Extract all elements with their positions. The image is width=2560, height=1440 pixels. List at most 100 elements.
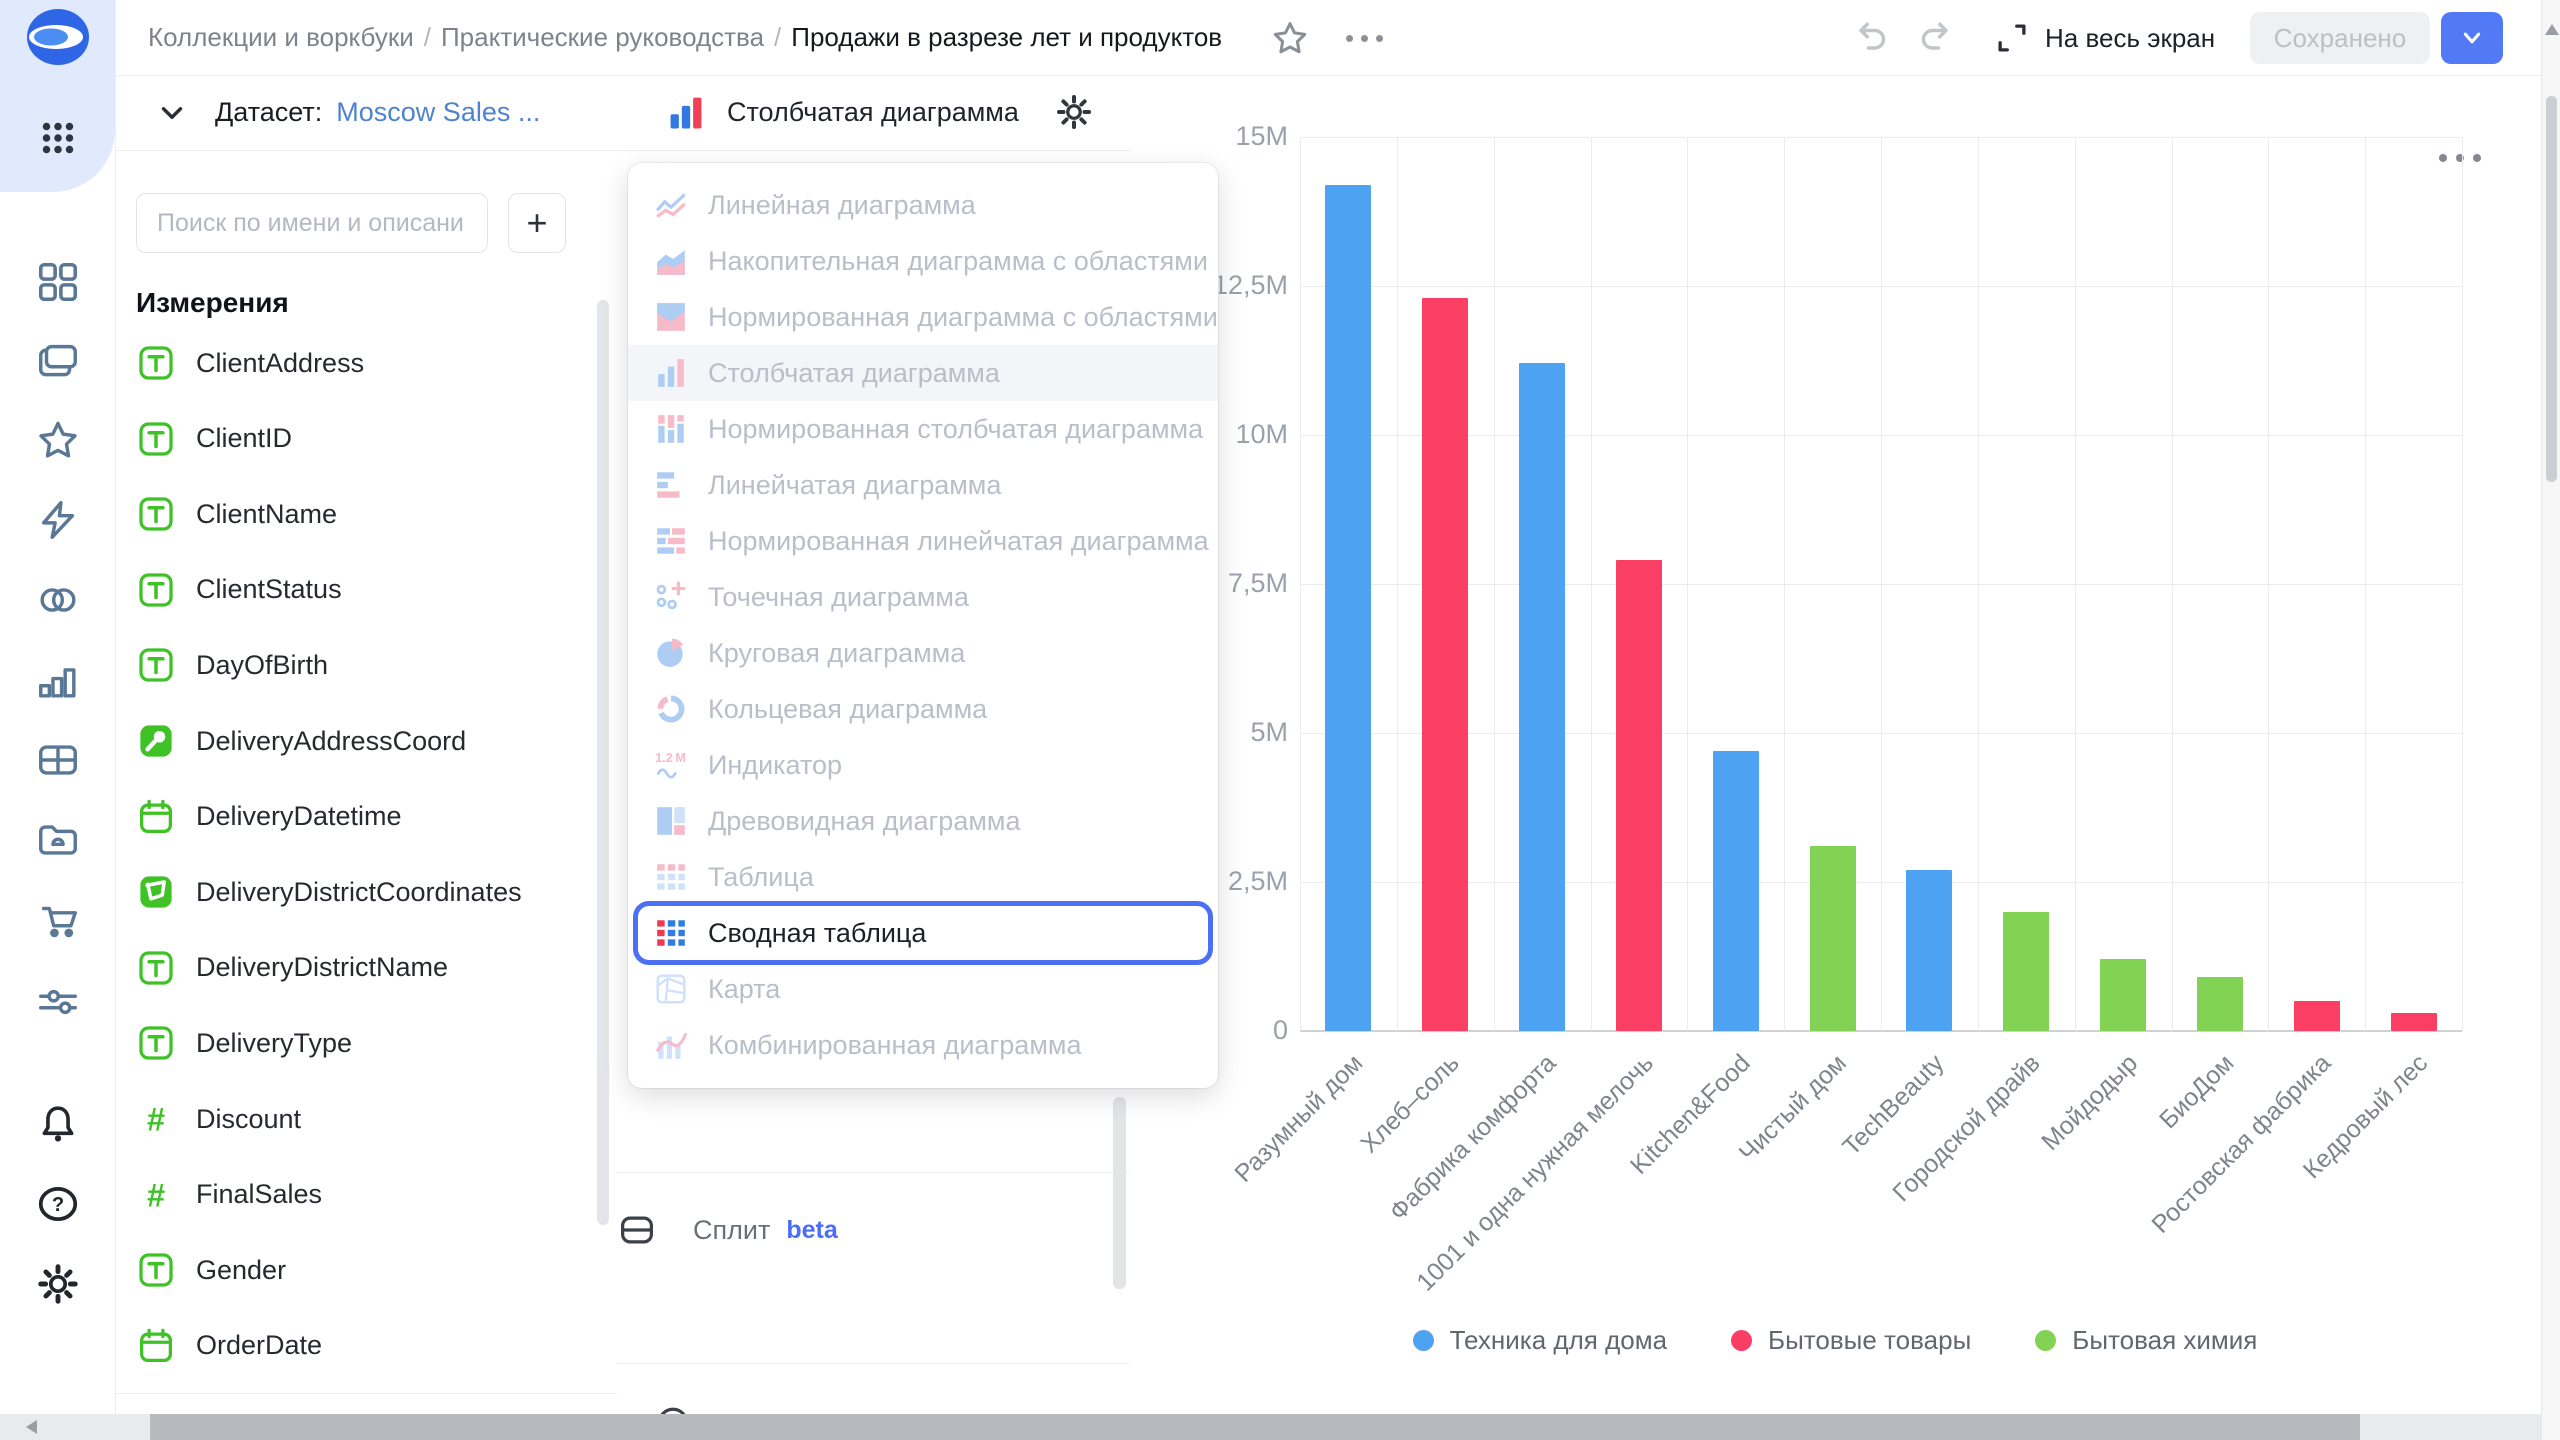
field-label: OrderDate	[196, 1330, 322, 1361]
field-item-ClientAddress[interactable]: ClientAddress	[115, 325, 595, 401]
area-stacked-icon	[654, 244, 688, 278]
v-gridline	[2172, 137, 2173, 1031]
bar-Чистый дом[interactable]	[1810, 846, 1856, 1031]
menu-item-indicator[interactable]: 1.2MИндикатор	[628, 737, 1218, 793]
notifications-icon[interactable]	[0, 1096, 115, 1152]
field-item-DeliveryDistrictName[interactable]: DeliveryDistrictName	[115, 930, 595, 1006]
scroll-left-arrow-icon[interactable]	[26, 1420, 37, 1434]
menu-item-table[interactable]: Таблица	[628, 849, 1218, 905]
field-label: ClientID	[196, 423, 292, 454]
field-label: DeliveryDistrictCoordinates	[196, 877, 522, 908]
text-type-icon	[136, 1023, 176, 1063]
quick-actions-icon[interactable]	[0, 492, 115, 548]
breadcrumb-collections[interactable]: Коллекции и воркбуки	[148, 22, 414, 53]
gear-icon[interactable]	[1054, 92, 1094, 132]
menu-item-pie-chart[interactable]: Круговая диаграмма	[628, 625, 1218, 681]
marketplace-icon[interactable]	[0, 892, 115, 948]
bar-Хлеб–соль[interactable]	[1422, 298, 1468, 1031]
redo-icon[interactable]	[1915, 18, 1957, 58]
legend-item-Бытовые товары[interactable]: Бытовые товары	[1731, 1325, 1971, 1356]
fullscreen-button[interactable]: На весь экран	[1993, 16, 2215, 60]
bar-Ростовская фабрика[interactable]	[2294, 1001, 2340, 1031]
field-item-OrderDate[interactable]: OrderDate	[115, 1308, 595, 1384]
chart-more-icon[interactable]	[2432, 143, 2488, 173]
menu-item-map[interactable]: Карта	[628, 961, 1218, 1017]
breadcrumb-guides[interactable]: Практические руководства	[441, 22, 764, 53]
vertical-scrollbar[interactable]	[2541, 0, 2560, 1440]
menu-item-column-normalized[interactable]: Нормированная столбчатая диаграмма	[628, 401, 1218, 457]
menu-item-area-stacked[interactable]: Накопительная диаграмма с областями	[628, 233, 1218, 289]
bar-Фабрика комфорта[interactable]	[1519, 363, 1565, 1031]
fields-scrollbar[interactable]	[597, 300, 609, 1225]
undo-icon[interactable]	[1850, 18, 1892, 58]
linked-data-icon[interactable]	[0, 572, 115, 628]
field-item-DeliveryAddressCoord[interactable]: DeliveryAddressCoord	[115, 703, 595, 779]
scroll-up-arrow-icon[interactable]	[2545, 24, 2559, 35]
save-menu-button[interactable]	[2441, 12, 2503, 64]
menu-item-column-chart[interactable]: Столбчатая диаграмма	[628, 345, 1218, 401]
menu-item-combo-chart[interactable]: Комбинированная диаграмма	[628, 1017, 1218, 1073]
field-item-ClientStatus[interactable]: ClientStatus	[115, 552, 595, 628]
charts-icon[interactable]	[0, 652, 115, 708]
menu-item-bar-normalized[interactable]: Нормированная линейчатая диаграмма	[628, 513, 1218, 569]
saved-button[interactable]: Сохранено	[2250, 12, 2430, 64]
field-item-DeliveryDistrictCoordinates[interactable]: DeliveryDistrictCoordinates	[115, 854, 595, 930]
help-icon[interactable]: ?	[0, 1176, 115, 1232]
menu-item-scatter-chart[interactable]: Точечная диаграмма	[628, 569, 1218, 625]
horizontal-scroll-thumb[interactable]	[150, 1414, 2360, 1440]
field-item-ClientID[interactable]: ClientID	[115, 401, 595, 477]
field-item-Gender[interactable]: Gender	[115, 1232, 595, 1308]
menu-item-bar-chart[interactable]: Линейчатая диаграмма	[628, 457, 1218, 513]
field-item-FinalSales[interactable]: #FinalSales	[115, 1157, 595, 1233]
svg-text:#: #	[147, 1177, 165, 1213]
bar-Городской драйв[interactable]	[2003, 912, 2049, 1031]
legend-item-Бытовая химия[interactable]: Бытовая химия	[2035, 1325, 2257, 1356]
menu-item-pivot-table[interactable]: Сводная таблица	[628, 905, 1218, 961]
field-item-Discount[interactable]: #Discount	[115, 1081, 595, 1157]
apps-grid-icon[interactable]	[0, 110, 115, 166]
svg-text:#: #	[147, 1101, 165, 1137]
dimensions-section-title: Измерения	[136, 287, 289, 319]
collections-icon[interactable]	[0, 333, 115, 389]
field-item-DeliveryType[interactable]: DeliveryType	[115, 1005, 595, 1081]
datalens-logo[interactable]	[0, 9, 115, 65]
field-item-ClientName[interactable]: ClientName	[115, 476, 595, 552]
add-field-button[interactable]: +	[508, 193, 566, 253]
datasets-icon[interactable]	[0, 732, 115, 788]
menu-item-treemap[interactable]: Древовидная диаграмма	[628, 793, 1218, 849]
dataset-name-link[interactable]: Moscow Sales ...	[336, 97, 540, 128]
viz-divider	[617, 1363, 1129, 1364]
split-label: Сплит	[693, 1215, 770, 1246]
favorites-icon[interactable]	[0, 412, 115, 468]
x-tick-label: Мойдодыр	[2036, 1049, 2144, 1157]
field-label: ClientAddress	[196, 348, 364, 379]
field-search-input[interactable]	[136, 193, 488, 253]
storage-icon[interactable]	[0, 812, 115, 868]
bar-Мойдодыр[interactable]	[2100, 959, 2146, 1031]
services-icon[interactable]	[0, 974, 115, 1030]
menu-item-label: Таблица	[708, 862, 814, 893]
bar-БиоДом[interactable]	[2197, 977, 2243, 1031]
viz-scrollbar[interactable]	[1113, 1097, 1126, 1289]
split-section[interactable]: Сплит beta	[617, 1185, 1129, 1275]
settings-icon[interactable]	[0, 1256, 115, 1312]
bar-TechBeauty[interactable]	[1906, 870, 1952, 1031]
menu-item-donut-chart[interactable]: Кольцевая диаграмма	[628, 681, 1218, 737]
bar-1001 и одна нужная мелочь[interactable]	[1616, 560, 1662, 1031]
field-item-DayOfBirth[interactable]: DayOfBirth	[115, 627, 595, 703]
bar-Кедровый лес[interactable]	[2391, 1013, 2437, 1031]
vertical-scroll-thumb[interactable]	[2546, 96, 2557, 482]
dataset-collapse-chevron-icon[interactable]	[155, 96, 189, 130]
legend-dot	[2035, 1330, 2056, 1351]
dashboards-icon[interactable]	[0, 254, 115, 310]
visualization-header[interactable]: Столбчатая диаграмма	[617, 75, 1130, 151]
bar-Kitchen&Food[interactable]	[1713, 751, 1759, 1031]
menu-item-line-chart[interactable]: Линейная диаграмма	[628, 177, 1218, 233]
legend-item-Техника для дома[interactable]: Техника для дома	[1413, 1325, 1667, 1356]
horizontal-scrollbar[interactable]	[0, 1414, 2541, 1440]
field-item-DeliveryDatetime[interactable]: DeliveryDatetime	[115, 779, 595, 855]
favorite-star-icon[interactable]	[1270, 18, 1310, 58]
bar-Разумный дом[interactable]	[1325, 185, 1371, 1031]
breadcrumb-more-icon[interactable]	[1337, 24, 1391, 52]
menu-item-area-normalized[interactable]: Нормированная диаграмма с областями	[628, 289, 1218, 345]
